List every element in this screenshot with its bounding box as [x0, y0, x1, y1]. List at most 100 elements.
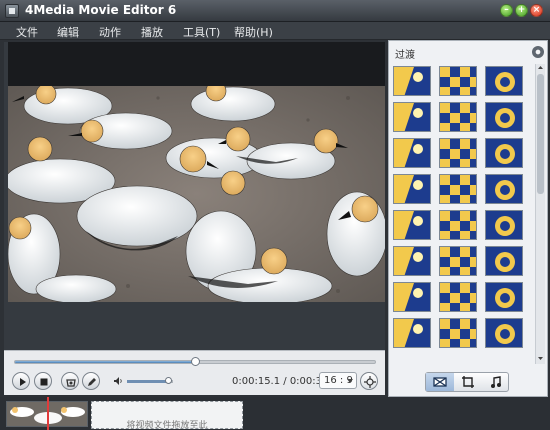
- side-panel: 过渡: [388, 40, 548, 397]
- menu-tools[interactable]: 工具(T): [183, 24, 220, 40]
- wipe-icon: [394, 139, 430, 167]
- transition-thumbnail[interactable]: [485, 282, 523, 312]
- edit-icon: [88, 378, 96, 386]
- transition-thumbnail[interactable]: [485, 174, 523, 204]
- fullscreen-icon: [364, 376, 376, 388]
- scroll-down-icon[interactable]: [537, 355, 544, 362]
- checker-icon: [440, 139, 476, 167]
- transition-thumbnail[interactable]: [439, 102, 477, 132]
- volume-icon[interactable]: [113, 376, 123, 389]
- tab-music[interactable]: [482, 373, 510, 391]
- snapshot-icon: [66, 379, 76, 387]
- video-frame: [8, 86, 385, 302]
- maximize-icon[interactable]: +: [515, 4, 528, 17]
- snapshot-button[interactable]: [61, 372, 79, 390]
- transition-thumbnail[interactable]: [393, 174, 431, 204]
- window-title: 4Media Movie Editor 6: [25, 3, 177, 17]
- timeline-playhead[interactable]: [47, 397, 49, 430]
- circle-icon: [486, 139, 522, 167]
- close-icon[interactable]: ×: [530, 4, 543, 17]
- transition-thumbnail[interactable]: [439, 318, 477, 348]
- transition-thumbnail[interactable]: [393, 102, 431, 132]
- checker-icon: [440, 319, 476, 347]
- wipe-icon: [394, 319, 430, 347]
- checker-icon: [440, 283, 476, 311]
- transition-thumbnail[interactable]: [439, 282, 477, 312]
- transition-icon: [433, 377, 447, 387]
- circle-icon: [486, 283, 522, 311]
- panel-title: 过渡: [395, 50, 415, 61]
- transition-thumbnail[interactable]: [393, 282, 431, 312]
- scroll-thumb[interactable]: [537, 74, 544, 194]
- checker-icon: [440, 175, 476, 203]
- wipe-icon: [394, 283, 430, 311]
- checker-icon: [440, 103, 476, 131]
- play-button[interactable]: [12, 372, 30, 390]
- player-controls: 0:00:15.1 / 0:00:30.1 16 : 9: [4, 350, 385, 395]
- app-icon: [5, 4, 19, 18]
- aspect-ratio-select[interactable]: 16 : 9: [319, 372, 357, 389]
- circle-icon: [486, 319, 522, 347]
- checker-icon: [440, 211, 476, 239]
- video-frame-image: [8, 86, 385, 302]
- play-icon: [20, 378, 26, 386]
- minimize-icon[interactable]: –: [500, 4, 513, 17]
- transition-thumbnail[interactable]: [439, 66, 477, 96]
- transition-thumbnail[interactable]: [393, 246, 431, 276]
- stop-icon: [40, 378, 48, 386]
- menu-help[interactable]: 帮助(H): [234, 24, 273, 40]
- transition-thumbnail[interactable]: [485, 66, 523, 96]
- volume-slider[interactable]: [127, 377, 173, 384]
- fullscreen-button[interactable]: [360, 372, 378, 390]
- menu-file[interactable]: 文件: [16, 24, 38, 40]
- volume-level: [127, 380, 169, 383]
- tab-crop[interactable]: [454, 373, 482, 391]
- circle-icon: [486, 247, 522, 275]
- seek-progress: [15, 361, 195, 363]
- volume-handle[interactable]: [165, 377, 173, 384]
- checker-icon: [440, 247, 476, 275]
- seek-bar[interactable]: [14, 357, 376, 366]
- menu-bar: 文件 编辑 动作 播放 工具(T) 帮助(H): [0, 22, 550, 40]
- transition-thumbnail[interactable]: [485, 318, 523, 348]
- transition-thumbnail[interactable]: [393, 210, 431, 240]
- menu-play[interactable]: 播放: [141, 24, 163, 40]
- title-bar: 4Media Movie Editor 6 – + ×: [0, 0, 550, 22]
- settings-icon[interactable]: [532, 46, 544, 58]
- transition-thumbnail[interactable]: [439, 138, 477, 168]
- checker-icon: [440, 67, 476, 95]
- scroll-up-icon[interactable]: [537, 64, 544, 71]
- transition-thumbnail[interactable]: [393, 318, 431, 348]
- transition-thumbnail[interactable]: [485, 138, 523, 168]
- circle-icon: [486, 103, 522, 131]
- tab-transition[interactable]: [426, 373, 454, 391]
- wipe-icon: [394, 175, 430, 203]
- panel-tabs: [425, 372, 509, 392]
- drop-zone[interactable]: 将视频文件拖放至此: [91, 401, 243, 429]
- transition-thumbnail[interactable]: [439, 174, 477, 204]
- transition-thumbnail[interactable]: [393, 138, 431, 168]
- circle-icon: [486, 175, 522, 203]
- drop-hint: 将视频文件拖放至此: [126, 421, 208, 429]
- preview-panel: [4, 42, 385, 350]
- seek-handle[interactable]: [191, 357, 200, 366]
- transition-grid: [393, 66, 531, 363]
- stop-button[interactable]: [34, 372, 52, 390]
- wipe-icon: [394, 103, 430, 131]
- transition-scrollbar[interactable]: [535, 64, 545, 364]
- circle-icon: [486, 211, 522, 239]
- transition-thumbnail[interactable]: [485, 210, 523, 240]
- transition-thumbnail[interactable]: [439, 210, 477, 240]
- menu-action[interactable]: 动作: [99, 24, 121, 40]
- transition-thumbnail[interactable]: [485, 246, 523, 276]
- transition-thumbnail[interactable]: [485, 102, 523, 132]
- transition-thumbnail[interactable]: [439, 246, 477, 276]
- wipe-icon: [394, 67, 430, 95]
- video-preview-screen: [8, 42, 385, 302]
- music-icon: [491, 376, 501, 388]
- menu-edit[interactable]: 编辑: [57, 24, 79, 40]
- transition-thumbnail[interactable]: [393, 66, 431, 96]
- wipe-icon: [394, 211, 430, 239]
- chevron-down-icon: [347, 379, 353, 383]
- edit-button[interactable]: [82, 372, 100, 390]
